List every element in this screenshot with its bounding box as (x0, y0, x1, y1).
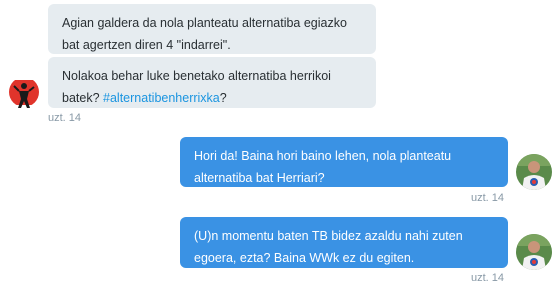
message-text-end: ? (219, 91, 227, 105)
incoming-timestamp: uzt. 14 (48, 112, 82, 124)
outgoing-message-2[interactable]: (U)n momentu baten TB bidez azaldu nahi … (180, 217, 508, 268)
incoming-message-1[interactable]: Agian galdera da nola planteatu alternat… (48, 4, 376, 54)
outgoing-message-1[interactable]: Hori da! Baina hori baino lehen, nola pl… (180, 137, 508, 187)
message-text: Hori da! Baina hori baino lehen, nola pl… (194, 149, 452, 185)
person-photo-icon (516, 234, 552, 270)
user-avatar-2[interactable] (516, 234, 552, 270)
person-photo-icon (516, 154, 552, 190)
message-text: Agian galdera da nola planteatu alternat… (62, 16, 347, 52)
hashtag-link[interactable]: #alternatibenherrixka (103, 91, 220, 105)
incoming-message-2[interactable]: Nolakoa behar luke benetako alternatiba … (48, 57, 376, 108)
message-text: (U)n momentu baten TB bidez azaldu nahi … (194, 229, 463, 265)
sender-avatar[interactable] (6, 75, 42, 111)
outgoing-timestamp-1: uzt. 14 (471, 192, 505, 204)
outgoing-timestamp-2: uzt. 14 (471, 272, 505, 284)
user-avatar-1[interactable] (516, 154, 552, 190)
red-sun-figure-icon (6, 75, 42, 111)
